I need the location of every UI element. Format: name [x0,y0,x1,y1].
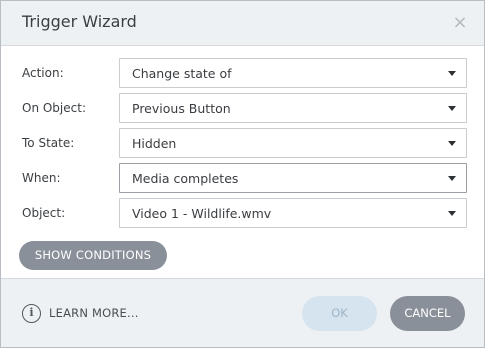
trigger-wizard-dialog: Trigger Wizard × Action: Change state of… [0,0,485,348]
on-object-label: On Object: [22,101,86,115]
object-label: Object: [22,206,66,220]
close-icon[interactable]: × [450,12,470,34]
info-icon[interactable]: i [22,304,41,323]
chevron-down-icon [448,176,456,181]
cancel-button[interactable]: CANCEL [390,296,465,331]
learn-more-link[interactable]: LEARN MORE... [49,306,139,320]
chevron-down-icon [448,141,456,146]
show-conditions-button[interactable]: SHOW CONDITIONS [19,241,167,270]
ok-button[interactable]: OK [302,296,377,331]
when-value: Media completes [132,171,239,186]
on-object-dropdown[interactable]: Previous Button [119,93,467,123]
on-object-value: Previous Button [132,101,231,116]
action-dropdown[interactable]: Change state of [119,58,467,88]
dialog-title: Trigger Wizard [22,12,137,31]
chevron-down-icon [448,71,456,76]
object-value: Video 1 - Wildlife.wmv [132,206,272,221]
action-value: Change state of [132,66,232,81]
dialog-footer: i LEARN MORE... OK CANCEL [1,278,484,347]
to-state-label: To State: [22,136,75,150]
to-state-value: Hidden [132,136,177,151]
action-label: Action: [22,66,64,80]
when-dropdown[interactable]: Media completes [119,163,467,193]
title-bar: Trigger Wizard × [1,1,484,46]
when-label: When: [22,171,61,185]
chevron-down-icon [448,211,456,216]
object-dropdown[interactable]: Video 1 - Wildlife.wmv [119,198,467,228]
to-state-dropdown[interactable]: Hidden [119,128,467,158]
chevron-down-icon [448,106,456,111]
